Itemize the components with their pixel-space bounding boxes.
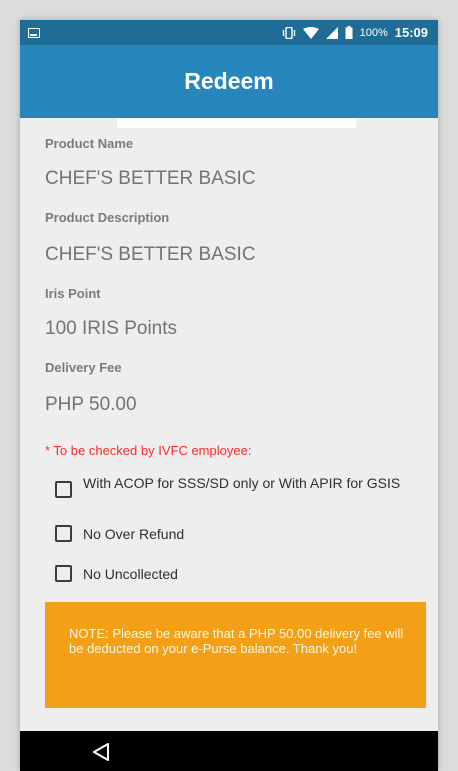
no-uncollected-label: No Uncollected (83, 566, 178, 582)
no-uncollected-checkbox[interactable] (55, 565, 72, 582)
header-strip (117, 118, 356, 128)
acop-apir-label: With ACOP for SSS/SD only or With APIR f… (83, 475, 401, 491)
no-over-refund-checkbox[interactable] (55, 525, 72, 542)
product-name-value: CHEF'S BETTER BASIC (45, 168, 256, 189)
back-triangle-icon[interactable] (90, 742, 112, 762)
signal-icon (325, 26, 338, 39)
page-title: Redeem (184, 68, 274, 94)
battery-icon (345, 26, 353, 39)
status-bar: 100% 15:09 (20, 20, 438, 45)
acop-apir-checkbox[interactable] (55, 481, 72, 498)
iris-point-value: 100 IRIS Points (45, 318, 178, 339)
app-bar: Redeem (20, 45, 438, 118)
no-over-refund-label: No Over Refund (83, 526, 185, 542)
delivery-fee-label: Delivery Fee (45, 360, 122, 375)
iris-point-label: Iris Point (45, 286, 101, 301)
status-icons: 100% 15:09 (282, 25, 428, 40)
delivery-fee-value: PHP 50.00 (45, 394, 137, 415)
clock-time: 15:09 (394, 25, 428, 40)
phone-screen: 100% 15:09 Redeem Product Name CHEF'S BE… (20, 20, 438, 771)
navigation-bar (20, 731, 438, 771)
screenshot-icon (28, 27, 40, 38)
check-acop-apir[interactable]: With ACOP for SSS/SD only or With APIR f… (55, 475, 403, 498)
check-no-over-refund[interactable]: No Over Refund (55, 525, 403, 542)
checklist-heading: * To be checked by IVFC employee: (45, 443, 252, 458)
product-description-value: CHEF'S BETTER BASIC (45, 244, 256, 265)
check-no-uncollected[interactable]: No Uncollected (55, 565, 403, 582)
vibrate-icon (282, 26, 296, 39)
delivery-fee-note: NOTE: Please be aware that a PHP 50.00 d… (45, 602, 426, 708)
note-text: NOTE: Please be aware that a PHP 50.00 d… (69, 626, 404, 656)
product-name-label: Product Name (45, 136, 134, 151)
product-description-label: Product Description (45, 210, 170, 225)
battery-percent: 100% (359, 26, 388, 39)
wifi-icon (302, 26, 319, 39)
